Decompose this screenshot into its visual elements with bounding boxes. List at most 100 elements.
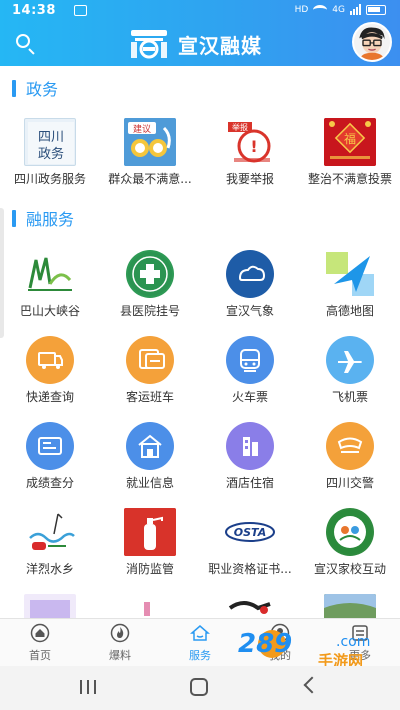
grid-item-fire[interactable]: 消防监管 [100, 508, 200, 578]
job-icon-graphic [138, 434, 162, 458]
grid-item-partial[interactable] [300, 594, 400, 618]
grid-item-label: 洋烈水乡 [25, 562, 74, 576]
grid-item-label: 职业资格证书... [208, 562, 292, 576]
suggestion-icon-graphic: 建议 [124, 118, 176, 166]
grid-item-label: 火车票 [231, 390, 268, 404]
grid-item-train[interactable]: 火车票 [200, 336, 300, 406]
grid-item-osta[interactable]: OSTA 职业资格证书... [200, 508, 300, 578]
section-title-services: 融服务 [12, 207, 74, 229]
brand: 宣汉融媒 [128, 28, 262, 60]
plane-icon-graphic [338, 351, 362, 373]
tile-text: 建议 [133, 123, 151, 135]
home-button[interactable] [190, 678, 208, 696]
bashan-canyon-icon-graphic [24, 250, 76, 298]
suggestion-icon: 建议 [124, 118, 176, 166]
grid-item-bashan[interactable]: 巴山大峡谷 [0, 250, 100, 320]
avatar[interactable] [352, 22, 392, 62]
grid-item-label: 快递查询 [25, 390, 74, 404]
recents-icon-line [94, 680, 96, 694]
tile-text: OSTA [234, 526, 266, 539]
yanglie-icon-graphic [24, 508, 76, 556]
partial-tile-graphic [30, 600, 70, 618]
battery-icon [366, 4, 386, 15]
tile-text: 举报 [232, 122, 248, 132]
grid-item-label: 群众最不满意... [108, 172, 192, 186]
section-title-text: 政务 [26, 80, 59, 99]
status-bar: 14:38 HD 4G [0, 0, 400, 22]
bus-icon-graphic [139, 349, 165, 369]
grid-item-plane[interactable]: 飞机票 [300, 336, 400, 406]
grid-item-weather[interactable]: 宣汉气象 [200, 250, 300, 320]
grid-item-partial[interactable] [0, 594, 100, 618]
brand-logo-icon [131, 30, 167, 59]
grid-item-partial[interactable] [100, 594, 200, 618]
home-icon [30, 623, 50, 643]
bus-icon [126, 336, 174, 384]
grid-item-vote[interactable]: 福 整治不满意投票 [300, 118, 400, 188]
grid-item-label: 宣汉气象 [225, 304, 274, 318]
grid-item-suggestion[interactable]: 建议 群众最不满意... [100, 118, 200, 188]
app-header: 宣汉融媒 [0, 22, 400, 66]
grid-item-report[interactable]: 举报 ! 我要举报 [200, 118, 300, 188]
recents-button[interactable] [80, 680, 96, 694]
grid-item-label: 飞机票 [331, 390, 368, 404]
tab-service[interactable]: 服务 [160, 619, 240, 667]
partial-tile-icon [224, 594, 276, 618]
signal-type-label: 4G [332, 4, 345, 15]
vote-icon: 福 [324, 118, 376, 166]
service-icon [190, 625, 210, 641]
tab-breaking-news[interactable]: 爆料 [80, 619, 160, 667]
partial-tile-graphic [324, 594, 376, 618]
grid-item-amap[interactable]: 高德地图 [300, 250, 400, 320]
partial-tile-graphic [228, 601, 271, 614]
partial-tile-icon [124, 594, 176, 618]
grid-item-yanglie[interactable]: 洋烈水乡 [0, 508, 100, 578]
grid-item-label: 酒店住宿 [225, 476, 274, 490]
grid-item-hospital[interactable]: 县医院挂号 [100, 250, 200, 320]
yanglie-icon [24, 508, 76, 556]
avatar-image [359, 27, 385, 60]
service-content: 政务 四川 政务 四川政务服务 建议 群众最不满意... 举报 ! 我要举报 福… [0, 66, 400, 618]
back-button[interactable] [303, 676, 321, 694]
wifi-icon [313, 4, 328, 15]
search-button[interactable] [14, 32, 38, 56]
search-icon-handle [28, 48, 35, 55]
tile-text-line2: 政务 [38, 146, 64, 162]
grid-item-label: 客运班车 [125, 390, 174, 404]
grid-item-score[interactable]: 成绩查分 [0, 422, 100, 492]
grid-item-express[interactable]: 快递查询 [0, 336, 100, 406]
fire-icon-graphic [124, 508, 176, 556]
app-title: 宣汉融媒 [178, 33, 262, 58]
grid-item-hotel[interactable]: 酒店住宿 [200, 422, 300, 492]
top-bar: 14:38 HD 4G 宣汉融媒 [0, 0, 400, 66]
train-icon [226, 336, 274, 384]
score-icon [26, 422, 74, 470]
search-icon [16, 34, 30, 48]
system-nav-bar [0, 666, 400, 710]
grid-item-label: 四川政务服务 [13, 172, 86, 186]
grid-item-partial[interactable] [200, 594, 300, 618]
grid-item-label: 四川交警 [325, 476, 374, 490]
grid-item-school[interactable]: 宣汉家校互动 [300, 508, 400, 578]
grid-item-label: 就业信息 [125, 476, 174, 490]
app-screen: 14:38 HD 4G 宣汉融媒 政务 四川 政务 四川政务服务 建议 群众最不… [0, 0, 400, 710]
section-marker [12, 209, 16, 227]
grid-item-label: 整治不满意投票 [307, 172, 392, 186]
grid-item-bus[interactable]: 客运班车 [100, 336, 200, 406]
grid-item-job[interactable]: 就业信息 [100, 422, 200, 492]
network-label: HD [294, 4, 309, 15]
report-icon-graphic: 举报 ! [228, 122, 271, 163]
sichuan-gov-icon: 四川 政务 [24, 118, 76, 166]
osta-icon: OSTA [224, 508, 276, 556]
police-icon [326, 422, 374, 470]
watermark-domain: .com [336, 634, 370, 650]
job-icon [126, 422, 174, 470]
tab-label: 爆料 [109, 649, 131, 662]
express-icon [26, 336, 74, 384]
grid-item-sichuan-gov[interactable]: 四川 政务 四川政务服务 [0, 118, 100, 188]
sichuan-gov-icon-graphic: 四川 政务 [28, 122, 74, 164]
grid-item-police[interactable]: 四川交警 [300, 422, 400, 492]
score-icon-graphic [38, 437, 62, 455]
bashan-canyon-icon [24, 250, 76, 298]
tab-home[interactable]: 首页 [0, 619, 80, 667]
